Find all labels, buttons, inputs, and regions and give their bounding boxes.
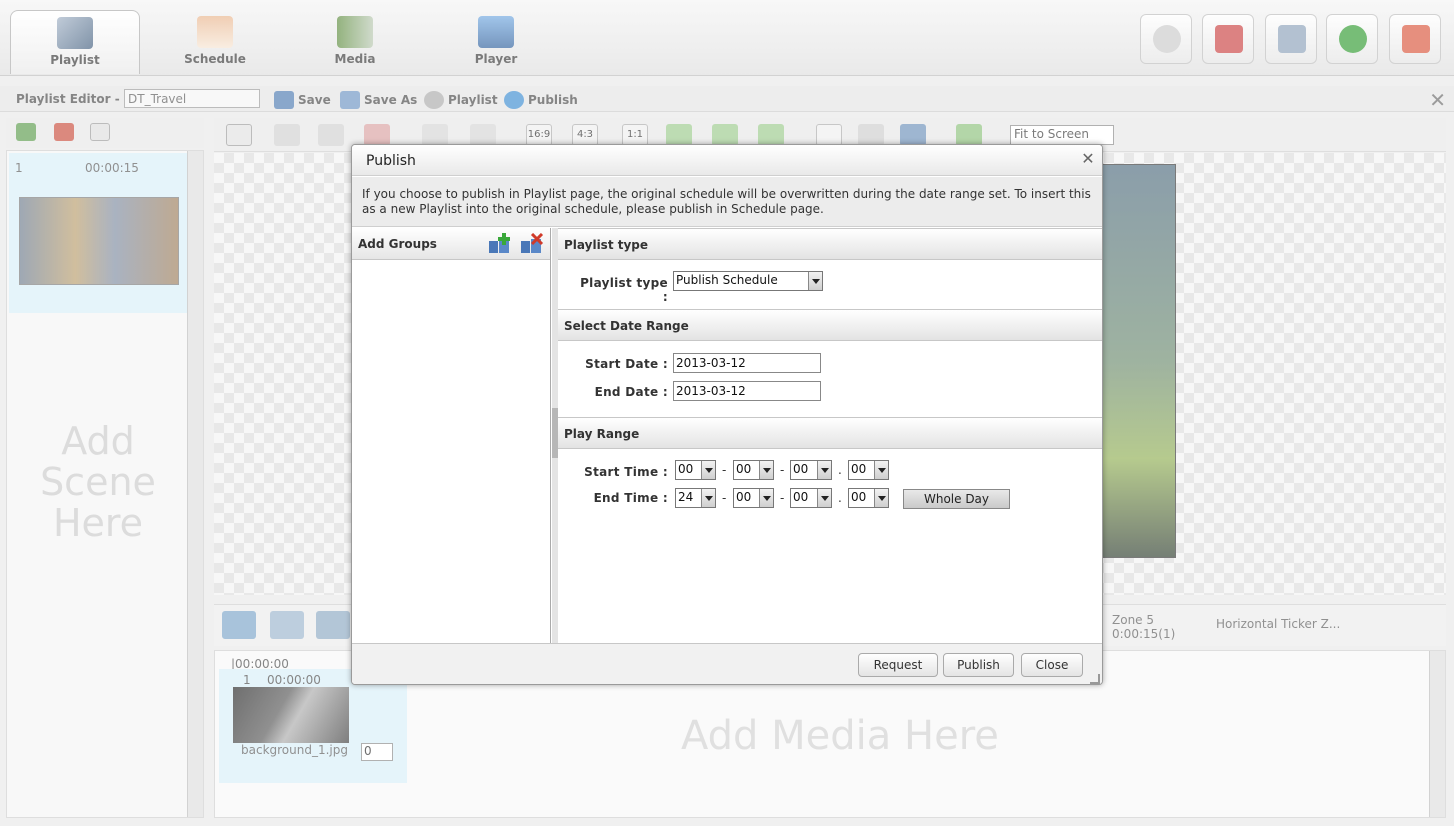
- start-time-label: Start Time :: [584, 465, 668, 479]
- start-minute-select[interactable]: 00: [733, 460, 774, 480]
- groups-panel: Add Groups: [352, 228, 551, 643]
- start-frame-select[interactable]: 00: [848, 460, 889, 480]
- end-time-label: End Time :: [593, 491, 668, 505]
- chevron-down-icon: [701, 489, 715, 507]
- time-separator: -: [722, 491, 727, 505]
- section-play-range: Play Range: [558, 417, 1102, 449]
- time-separator: -: [722, 463, 727, 477]
- request-button[interactable]: Request: [858, 653, 938, 677]
- chevron-down-icon: [759, 461, 773, 479]
- chevron-down-icon: [817, 489, 831, 507]
- close-button[interactable]: Close: [1021, 653, 1083, 677]
- start-date-label: Start Date :: [585, 357, 668, 371]
- chevron-down-icon: [817, 461, 831, 479]
- end-minute-value: 00: [736, 490, 752, 504]
- add-group-icon[interactable]: [488, 233, 512, 255]
- start-frame-value: 00: [851, 462, 867, 476]
- publish-notice: If you choose to publish in Playlist pag…: [352, 177, 1102, 227]
- end-frame-value: 00: [851, 490, 867, 504]
- start-date-input[interactable]: [673, 353, 821, 373]
- end-minute-select[interactable]: 00: [733, 488, 774, 508]
- groups-header: Add Groups: [352, 228, 550, 260]
- publish-dialog: Publish ✕ If you choose to publish in Pl…: [351, 144, 1103, 685]
- section-date-range-title: Select Date Range: [564, 319, 689, 333]
- chevron-down-icon: [874, 461, 888, 479]
- chevron-down-icon: [701, 461, 715, 479]
- end-hour-value: 24: [678, 490, 694, 504]
- start-hour-value: 00: [678, 462, 694, 476]
- end-hour-select[interactable]: 24: [675, 488, 716, 508]
- time-separator: -: [780, 463, 785, 477]
- close-icon[interactable]: ✕: [1080, 151, 1096, 167]
- chevron-down-icon: [759, 489, 773, 507]
- end-second-select[interactable]: 00: [790, 488, 832, 508]
- dialog-footer: Request Publish Close: [352, 643, 1102, 684]
- start-second-value: 00: [793, 462, 809, 476]
- remove-group-icon[interactable]: [520, 233, 544, 255]
- time-separator: .: [838, 463, 842, 477]
- dialog-title: Publish: [366, 153, 416, 169]
- end-date-label: End Date :: [594, 385, 668, 399]
- resize-handle[interactable]: [1090, 674, 1100, 684]
- playlist-type-value: Publish Schedule: [676, 273, 778, 287]
- chevron-down-icon: [874, 489, 888, 507]
- end-second-value: 00: [793, 490, 809, 504]
- start-second-select[interactable]: 00: [790, 460, 832, 480]
- end-frame-select[interactable]: 00: [848, 488, 889, 508]
- playlist-type-select[interactable]: Publish Schedule: [673, 271, 823, 291]
- time-separator: .: [838, 491, 842, 505]
- publish-settings-pane: Playlist type Playlist type : Publish Sc…: [558, 228, 1102, 643]
- publish-button[interactable]: Publish: [943, 653, 1014, 677]
- section-play-range-title: Play Range: [564, 427, 640, 441]
- start-hour-select[interactable]: 00: [675, 460, 716, 480]
- chevron-down-icon: [808, 272, 822, 290]
- section-playlist-type: Playlist type: [558, 228, 1102, 260]
- end-date-input[interactable]: [673, 381, 821, 401]
- start-minute-value: 00: [736, 462, 752, 476]
- time-separator: -: [780, 491, 785, 505]
- section-playlist-type-title: Playlist type: [564, 238, 649, 252]
- groups-title: Add Groups: [358, 237, 437, 251]
- playlist-type-label: Playlist type :: [580, 276, 668, 304]
- dialog-title-bar: Publish ✕: [352, 145, 1102, 176]
- whole-day-button[interactable]: Whole Day: [903, 489, 1010, 509]
- section-date-range: Select Date Range: [558, 309, 1102, 341]
